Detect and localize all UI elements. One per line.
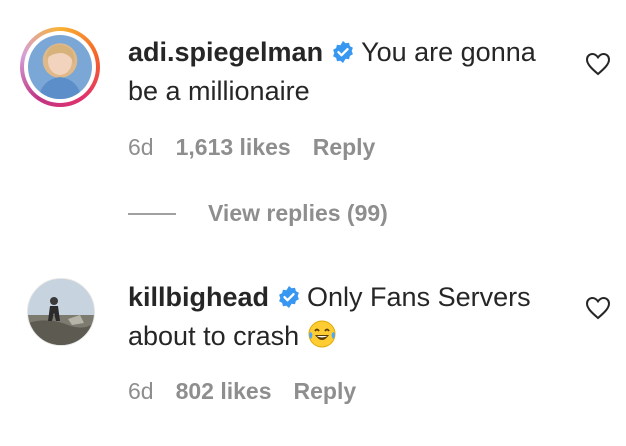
comment-meta: 6d 1,613 likes Reply [128, 134, 375, 161]
reply-button[interactable]: Reply [313, 134, 376, 161]
verified-badge-icon [277, 282, 301, 318]
laughing-emoji-icon [307, 319, 337, 358]
comment-time[interactable]: 6d [128, 134, 154, 161]
comment-text-block: killbighead Only Fans Servers about to cr… [128, 279, 568, 358]
comment-likes[interactable]: 802 likes [176, 378, 272, 405]
comment-username[interactable]: adi.spiegelman [128, 37, 323, 67]
avatar-photo [28, 35, 92, 99]
view-replies-label: View replies (99) [208, 200, 388, 226]
like-heart-icon[interactable] [585, 52, 611, 81]
avatar[interactable] [20, 27, 100, 107]
avatar[interactable] [27, 278, 95, 346]
comment-time[interactable]: 6d [128, 378, 154, 405]
comment-text-block: adi.spiegelman You are gonna be a million… [128, 34, 568, 109]
verified-badge-icon [331, 37, 355, 73]
comment-meta: 6d 802 likes Reply [128, 378, 356, 405]
view-replies-button[interactable]: View replies (99) [128, 200, 388, 227]
like-heart-icon[interactable] [585, 296, 611, 325]
reply-button[interactable]: Reply [294, 378, 357, 405]
comment-item: adi.spiegelman You are gonna be a million… [0, 0, 626, 240]
replies-divider [128, 212, 176, 215]
comment-likes[interactable]: 1,613 likes [176, 134, 291, 161]
comment-username[interactable]: killbighead [128, 282, 269, 312]
